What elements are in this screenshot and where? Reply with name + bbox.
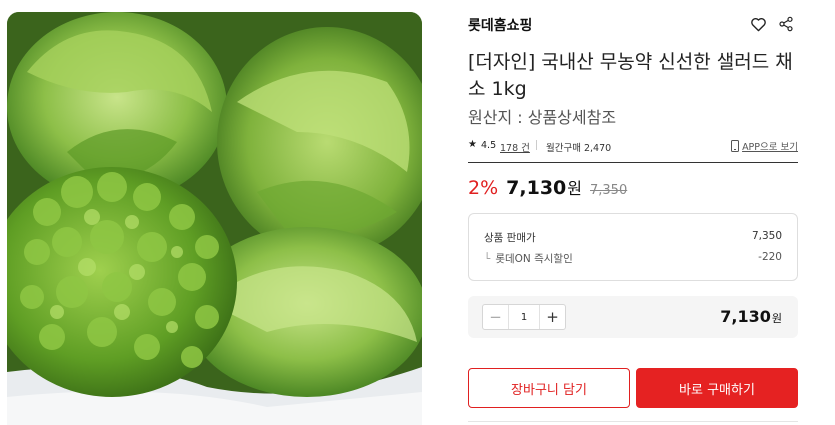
sub-arrow-icon: └ [484,253,491,265]
quantity-input[interactable] [509,305,539,329]
total-price-value: 7,130 [720,307,771,326]
breakdown-label: 상품 판매가 [484,232,536,244]
total-price-currency: 원 [771,312,782,325]
heart-icon[interactable] [748,14,768,34]
lettuce-illustration [7,12,422,425]
sale-price-value: 7,130 [506,177,567,199]
product-image[interactable] [7,12,422,425]
breakdown-value: -220 [758,251,782,263]
origin-text: 원산지 : 상품상세참조 [468,108,617,127]
rating-value: 4.5 [481,140,497,151]
sale-price: 7,130원 [506,175,582,199]
monthly-purchases: 월간구매 2,470 [546,143,612,154]
increase-quantity-button[interactable]: + [539,305,565,329]
price-row: 2% 7,130원 7,350 [468,175,627,201]
price-breakdown: 상품 판매가 7,350 └ 롯데ON 즉시할인 -220 [468,213,798,281]
share-icon[interactable] [776,14,796,34]
product-info-panel: 롯데홈쇼핑 [더자인] 국내산 무농약 신선한 샐러드 채소 1kg 원산지 :… [468,0,798,425]
rating-row: ★ 4.5 178 건 월간구매 2,470 APP으로 보기 [468,139,798,154]
breakdown-value: 7,350 [751,230,782,242]
star-icon: ★ [468,139,477,150]
discount-rate: 2% [468,177,499,199]
divider [468,421,798,422]
meta-separator [536,140,537,150]
app-view-link[interactable]: APP으로 보기 [731,139,798,153]
original-price: 7,350 [590,183,628,198]
decrease-quantity-button[interactable]: − [483,305,509,329]
total-price: 7,130원 [720,307,782,326]
breakdown-label: 롯데ON 즉시할인 [495,253,573,265]
mobile-phone-icon [731,140,740,152]
review-count-link[interactable]: 178 건 [500,140,530,154]
quantity-stepper: − + [482,304,566,330]
app-view-label: APP으로 보기 [742,142,798,153]
sale-price-currency: 원 [567,179,582,198]
buy-now-button[interactable]: 바로 구매하기 [636,368,798,408]
breakdown-label-wrap: └ 롯데ON 즉시할인 [484,251,573,266]
breakdown-row: └ 롯데ON 즉시할인 -220 [484,251,782,265]
divider [468,162,798,163]
quantity-box: − + 7,130원 [468,296,798,338]
store-row: 롯데홈쇼핑 [468,14,798,34]
breakdown-row: 상품 판매가 7,350 [484,230,782,244]
store-name[interactable]: 롯데홈쇼핑 [468,15,532,35]
add-to-cart-button[interactable]: 장바구니 담기 [468,368,630,408]
product-title: [더자인] 국내산 무농약 신선한 샐러드 채소 1kg [468,51,793,100]
